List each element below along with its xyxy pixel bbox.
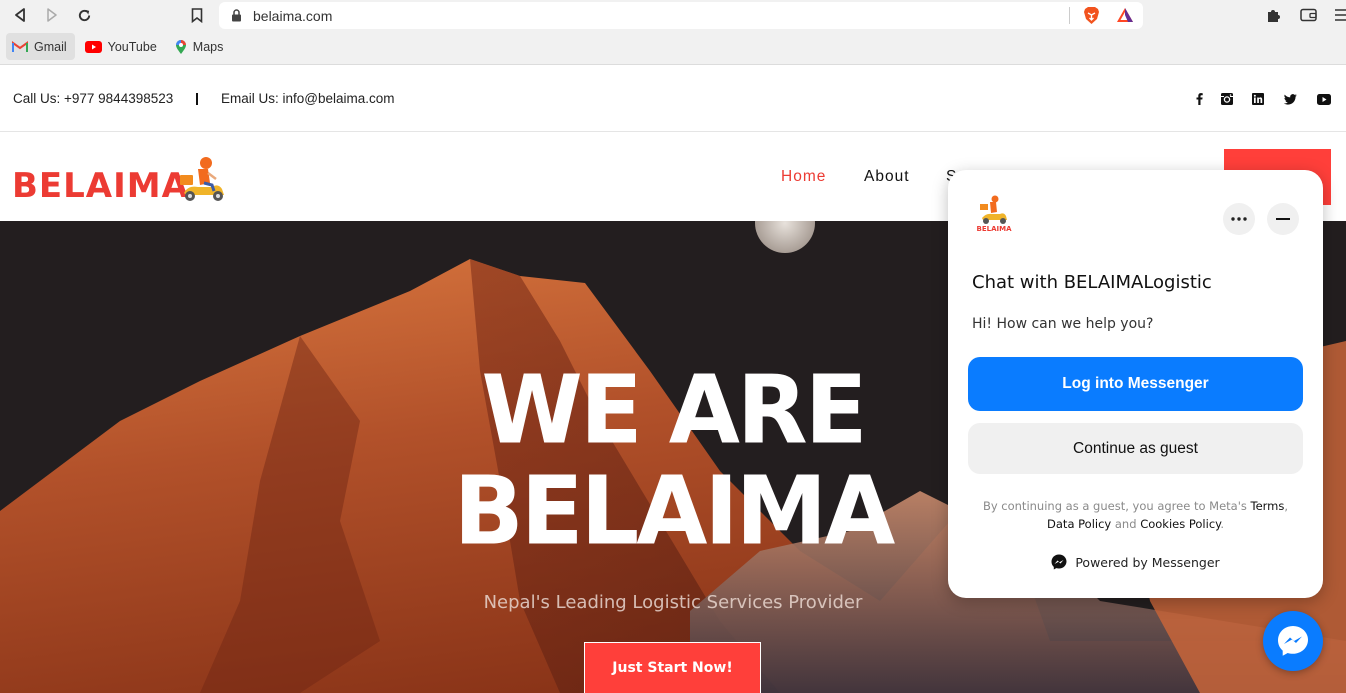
instagram-icon <box>1221 93 1233 105</box>
messenger-logo-icon <box>1051 554 1067 570</box>
legal-comma: , <box>1284 499 1289 513</box>
messenger-chat-toggle-button[interactable] <box>1263 611 1323 671</box>
hero-title-line2: BELAIMA <box>453 455 896 567</box>
bookmark-gmail[interactable]: Gmail <box>6 33 75 60</box>
contact-bar: Call Us: +977 9844398523 Email Us: info@… <box>0 66 1346 132</box>
menu-button[interactable] <box>1332 5 1346 25</box>
brave-lion-icon <box>1084 7 1099 24</box>
call-us-text[interactable]: Call Us: +977 9844398523 <box>13 91 173 106</box>
legal-end: . <box>1220 517 1224 531</box>
chat-minimize-button[interactable] <box>1267 203 1299 235</box>
business-logo-icon: BELAIMA <box>977 195 1013 233</box>
instagram-link[interactable] <box>1220 92 1234 106</box>
terms-link[interactable]: Terms <box>1251 499 1285 513</box>
bookmark-label: Maps <box>192 39 224 54</box>
reload-icon <box>78 9 90 21</box>
chat-greeting: Hi! How can we help you? <box>972 316 1154 332</box>
url-text: belaima.com <box>253 8 333 24</box>
nav-about[interactable]: About <box>864 168 910 186</box>
email-us-text[interactable]: Email Us: info@belaima.com <box>221 91 395 106</box>
twitter-icon <box>1283 93 1297 105</box>
puzzle-icon <box>1268 10 1280 22</box>
svg-text:BELAIMA: BELAIMA <box>977 225 1013 233</box>
maps-icon <box>175 39 186 54</box>
log-into-messenger-button[interactable]: Log into Messenger <box>968 357 1303 411</box>
more-dots-icon <box>1231 217 1247 221</box>
address-divider <box>1069 7 1070 24</box>
brave-rewards-button[interactable] <box>1116 7 1134 28</box>
chat-business-logo: BELAIMA <box>974 194 1014 238</box>
wallet-icon <box>1299 8 1317 22</box>
contact-divider <box>196 93 198 105</box>
forward-icon <box>47 8 57 22</box>
bat-triangle-icon <box>1117 8 1133 22</box>
youtube-link[interactable] <box>1317 92 1331 106</box>
facebook-link[interactable] <box>1192 92 1206 106</box>
chat-title: Chat with BELAIMALogistic <box>972 272 1212 293</box>
twitter-link[interactable] <box>1283 92 1297 106</box>
reload-button[interactable] <box>74 5 94 25</box>
nav-home[interactable]: Home <box>781 168 826 186</box>
hero-title-line1: WE ARE <box>481 354 867 466</box>
hero-title: WE ARE BELAIMA <box>448 360 898 562</box>
bookmark-youtube[interactable]: YouTube <box>79 33 165 60</box>
extensions-button[interactable] <box>1264 5 1284 25</box>
back-button[interactable] <box>10 5 30 25</box>
lock-icon <box>232 9 241 22</box>
messenger-icon <box>1278 626 1308 656</box>
forward-button[interactable] <box>42 5 62 25</box>
chat-options-button[interactable] <box>1223 203 1255 235</box>
bookmark-label: YouTube <box>107 39 157 54</box>
linkedin-link[interactable] <box>1251 92 1265 106</box>
just-start-now-button[interactable]: Just Start Now! <box>584 642 761 693</box>
powered-by-messenger: Powered by Messenger <box>948 554 1323 570</box>
back-icon <box>15 8 25 22</box>
address-bar[interactable]: belaima.com <box>219 2 1143 29</box>
brave-shields-button[interactable] <box>1083 6 1100 30</box>
legal-prefix: By continuing as a guest, you agree to M… <box>982 499 1251 513</box>
browser-toolbar: belaima.com Gmail YouTube Maps <box>0 0 1346 65</box>
legal-and: and <box>1111 517 1141 531</box>
delivery-scooter-icon <box>180 157 224 201</box>
chat-legal-text: By continuing as a guest, you agree to M… <box>968 497 1303 533</box>
bookmark-maps[interactable]: Maps <box>169 33 232 60</box>
minimize-icon <box>1276 218 1290 220</box>
youtube-social-icon <box>1317 93 1331 105</box>
bookmark-icon <box>191 7 203 23</box>
powered-by-text: Powered by Messenger <box>1075 554 1220 570</box>
gmail-icon <box>12 40 28 52</box>
youtube-icon <box>84 40 102 53</box>
messenger-chat-panel: BELAIMA Chat with BELAIMALogistic Hi! Ho… <box>948 170 1323 598</box>
continue-as-guest-button[interactable]: Continue as guest <box>968 423 1303 474</box>
linkedin-icon <box>1252 93 1264 105</box>
wallet-button[interactable] <box>1298 5 1318 25</box>
facebook-icon <box>1196 93 1203 105</box>
bookmarks-bar: Gmail YouTube Maps <box>6 33 235 60</box>
bookmark-button[interactable] <box>187 5 207 25</box>
data-policy-link[interactable]: Data Policy <box>1047 517 1111 531</box>
bookmark-label: Gmail <box>34 39 67 54</box>
cookies-policy-link[interactable]: Cookies Policy <box>1140 517 1220 531</box>
logo-text: BELAIMA <box>12 166 189 206</box>
hamburger-icon <box>1335 9 1346 21</box>
hero-subtitle: Nepal's Leading Logistic Services Provid… <box>483 592 863 613</box>
